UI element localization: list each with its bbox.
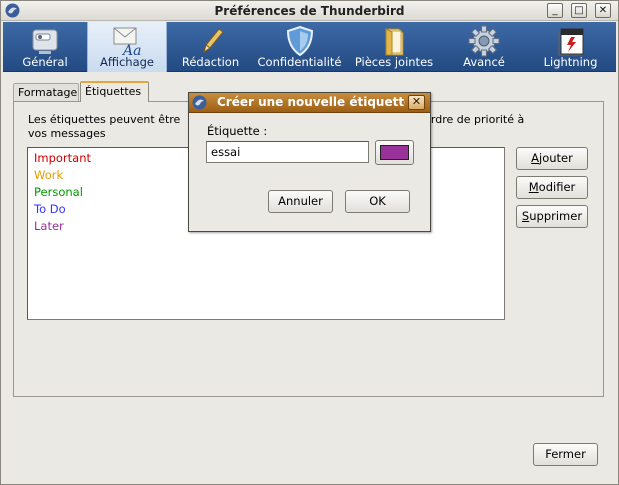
pane-advanced[interactable]: Avancé [443,22,525,72]
description-line2: vos messages [28,127,106,140]
tag-color-swatch [380,145,409,160]
pane-attachments[interactable]: Pièces jointes [345,22,443,72]
delete-tag-label: upprimer [529,209,583,223]
shield-icon [286,25,313,57]
monitor-switch-icon [32,29,58,54]
pane-attachments-label: Pièces jointes [354,55,434,69]
pane-display-label: Affichage [99,55,155,69]
pane-general-label: Général [22,55,68,69]
dialog-title-bar[interactable]: Créer une nouvelle étiquette ✕ [189,93,430,113]
delete-tag-button[interactable]: Supprimer [516,205,588,228]
pane-composition[interactable]: Rédaction [167,22,254,72]
add-tag-label: jouter [539,151,573,165]
thunderbird-icon [192,95,207,110]
pane-display[interactable]: Aa Affichage [87,22,167,72]
tag-name-label: Étiquette : [207,124,268,138]
pane-lightning-label: Lightning [543,55,598,69]
pane-advanced-label: Avancé [463,55,505,69]
folder-icon [385,28,404,56]
modify-tag-label: odifier [538,180,576,194]
modify-tag-accesskey: M [528,180,539,194]
modify-tag-button[interactable]: Modifier [516,176,588,199]
close-window-button[interactable]: ✕ [595,3,611,18]
pencil-icon [202,28,224,54]
cancel-button[interactable]: Annuler [268,190,333,213]
preferences-window: Préférences de Thunderbird _ □ ✕ Général… [0,0,619,485]
dialog-title: Créer une nouvelle étiquette [217,95,405,109]
title-bar[interactable]: Préférences de Thunderbird _ □ ✕ [1,1,618,21]
tag-name-input[interactable]: essai [206,141,369,163]
preferences-toolbar: Général Aa Affichage Rédaction Confident… [3,22,616,72]
gear-icon [468,25,500,57]
pane-privacy-label: Confidentialité [257,55,342,69]
tag-color-picker[interactable] [375,140,414,165]
ok-button[interactable]: OK [345,190,410,213]
tab-tags[interactable]: Étiquettes [80,81,149,102]
dialog-close-button[interactable]: ✕ [408,95,425,110]
close-button[interactable]: Fermer [533,443,598,466]
pane-lightning[interactable]: Lightning [525,22,616,72]
add-tag-button[interactable]: Ajouter [516,147,588,170]
maximize-button[interactable]: □ [571,3,587,18]
add-tag-accesskey: A [531,151,540,165]
new-tag-dialog: Créer une nouvelle étiquette ✕ Étiquette… [188,92,431,232]
pane-privacy[interactable]: Confidentialité [254,22,345,72]
window-title: Préférences de Thunderbird [214,4,405,18]
pane-general[interactable]: Général [3,22,87,72]
tab-formatting[interactable]: Formatage [13,83,79,102]
pane-composition-label: Rédaction [181,55,240,69]
minimize-button[interactable]: _ [547,3,563,18]
display-font-icon: Aa [113,27,141,57]
description-left: Les étiquettes peuvent être [28,113,181,126]
calendar-icon [558,28,583,56]
